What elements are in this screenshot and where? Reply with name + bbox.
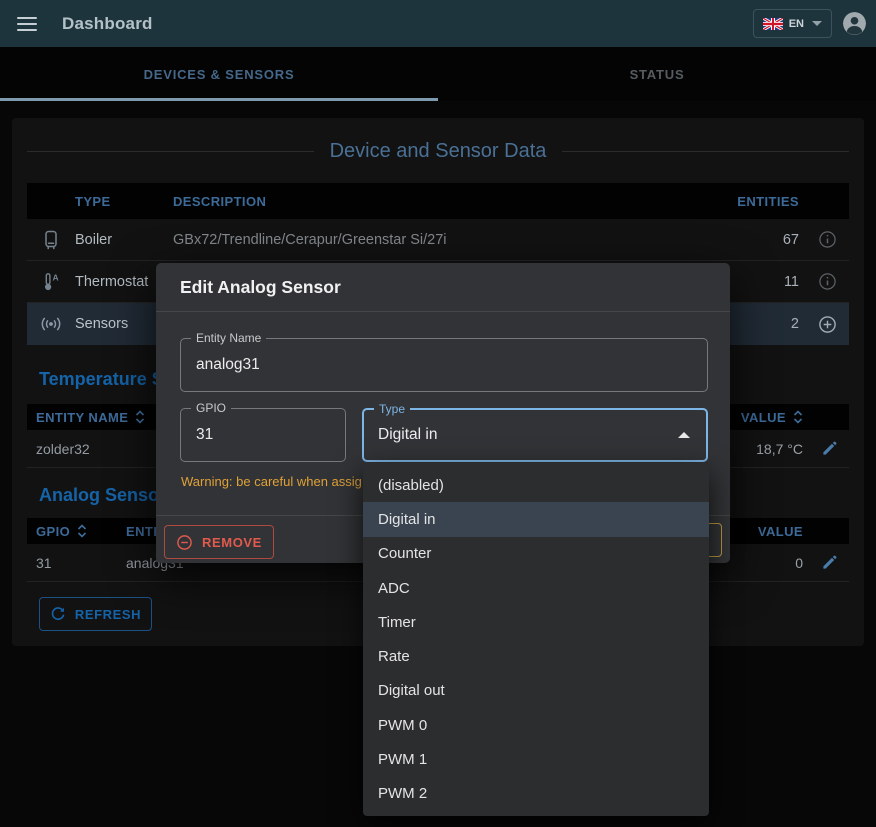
info-icon[interactable] xyxy=(805,272,849,291)
page-title: Device and Sensor Data xyxy=(27,140,849,163)
tab-status[interactable]: STATUS xyxy=(438,47,876,101)
dialog-header: Edit Analog Sensor xyxy=(156,263,730,312)
edit-pencil-icon[interactable] xyxy=(809,554,849,571)
remove-button[interactable]: REMOVE xyxy=(164,525,274,559)
tab-bar: DEVICES & SENSORS STATUS xyxy=(0,47,876,101)
gpio-input[interactable] xyxy=(181,409,345,461)
language-selector[interactable]: EN xyxy=(753,9,832,38)
refresh-button[interactable]: REFRESH xyxy=(39,597,152,631)
sensor-gpio: 31 xyxy=(27,555,117,571)
option-digital-out[interactable]: Digital out xyxy=(363,674,709,708)
sort-icon[interactable] xyxy=(77,524,87,538)
sensors-icon xyxy=(27,316,75,332)
option-rate[interactable]: Rate xyxy=(363,639,709,673)
col-type: TYPE xyxy=(75,194,173,209)
option-pwm-1[interactable]: PWM 1 xyxy=(363,742,709,776)
chevron-up-icon xyxy=(678,432,690,438)
entity-name-field[interactable]: Entity Name xyxy=(180,338,708,392)
col-gpio[interactable]: GPIO xyxy=(27,524,117,539)
app-bar: Dashboard EN xyxy=(0,0,876,47)
type-select[interactable]: Type Digital in xyxy=(362,408,708,462)
user-avatar-icon[interactable] xyxy=(843,12,866,35)
refresh-icon xyxy=(50,606,66,622)
entity-name-label: Entity Name xyxy=(191,331,266,345)
remove-minus-icon xyxy=(176,534,193,551)
app-bar-actions: EN xyxy=(753,9,866,38)
gpio-label: GPIO xyxy=(191,401,231,415)
device-type: Boiler xyxy=(75,232,173,248)
device-entities-count: 67 xyxy=(685,232,805,248)
option-disabled[interactable]: (disabled) xyxy=(363,468,709,502)
sort-icon[interactable] xyxy=(793,410,803,424)
uk-flag-icon xyxy=(763,18,783,30)
gpio-field[interactable]: GPIO xyxy=(180,408,346,462)
option-pwm-0[interactable]: PWM 0 xyxy=(363,708,709,742)
option-pwm-2[interactable]: PWM 2 xyxy=(363,777,709,811)
option-adc[interactable]: ADC xyxy=(363,571,709,605)
option-counter[interactable]: Counter xyxy=(363,537,709,571)
col-entities: ENTITIES xyxy=(685,194,805,209)
option-digital-in[interactable]: Digital in xyxy=(363,502,709,536)
entity-name-input[interactable] xyxy=(181,339,707,391)
sort-icon[interactable] xyxy=(135,410,145,424)
app-title: Dashboard xyxy=(62,14,153,34)
thermostat-icon: A xyxy=(27,272,75,292)
language-label: EN xyxy=(789,18,804,30)
info-icon[interactable] xyxy=(805,230,849,249)
boiler-icon xyxy=(27,230,75,250)
type-label: Type xyxy=(374,402,410,416)
col-description: DESCRIPTION xyxy=(173,194,685,209)
dialog-title: Edit Analog Sensor xyxy=(180,277,341,298)
option-timer[interactable]: Timer xyxy=(363,605,709,639)
svg-text:A: A xyxy=(53,272,59,282)
table-row-boiler[interactable]: Boiler GBx72/Trendline/Cerapur/Greenstar… xyxy=(27,219,849,261)
edit-pencil-icon[interactable] xyxy=(809,440,849,457)
add-icon[interactable] xyxy=(805,315,849,334)
chevron-down-icon xyxy=(812,21,822,26)
type-selected-value: Digital in xyxy=(364,426,437,444)
device-description: GBx72/Trendline/Cerapur/Greenstar Si/27i xyxy=(173,232,685,248)
devices-table-header: TYPE DESCRIPTION ENTITIES xyxy=(27,183,849,219)
menu-icon[interactable] xyxy=(17,17,37,31)
type-dropdown-menu: (disabled) Digital in Counter ADC Timer … xyxy=(363,463,709,816)
tab-devices-sensors[interactable]: DEVICES & SENSORS xyxy=(0,47,438,101)
